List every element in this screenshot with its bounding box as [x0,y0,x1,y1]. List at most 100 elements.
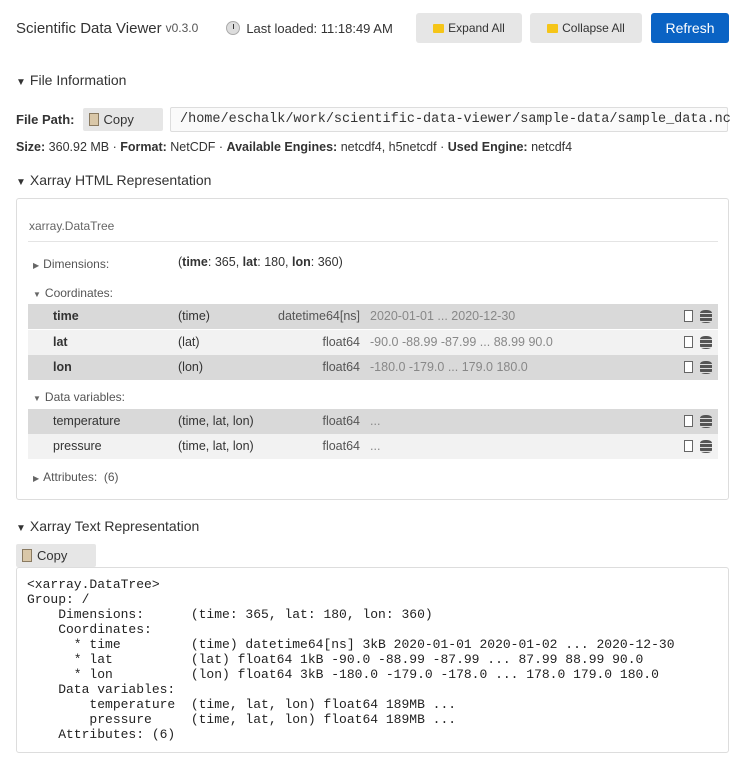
var-dtype: float64 [322,439,360,453]
dim-name: lat [242,255,258,269]
data-icon[interactable] [700,310,712,323]
last-loaded-text: Last loaded: 11:18:49 AM [246,20,393,36]
data-vars-label: Data variables: [44,390,125,404]
engines-value: netcdf4, h5netcdf [340,140,437,154]
caret-down-icon: ▼ [33,290,41,299]
dim-name: time [182,255,208,269]
copy-text-button[interactable]: Copy [16,544,96,567]
engines-label: Available Engines: [226,140,338,154]
data-vars-toggle[interactable]: ▼ Data variables: [33,390,125,404]
caret-down-icon: ▼ [16,77,26,88]
attributes-toggle[interactable]: ▶ Attributes: (6) [33,470,119,484]
dim-name: lon [292,255,311,269]
attributes-icon[interactable] [684,336,693,348]
var-dims: (lat) [178,335,200,349]
size-value: 360.92 MB [48,140,110,154]
attributes-icon[interactable] [684,415,693,427]
file-info-heading: File Information [29,72,127,88]
last-loaded: Last loaded: 11:18:49 AM [226,20,393,36]
folder-icon [547,23,559,33]
coordinates-toggle[interactable]: ▼ Coordinates: [33,286,113,300]
caret-down-icon: ▼ [33,394,41,403]
file-path-field[interactable]: /home/eschalk/work/scientific-data-viewe… [170,107,731,132]
collapse-all-button[interactable]: Collapse All [530,13,642,43]
clock-icon [226,21,241,35]
coordinates-label: Coordinates: [44,286,113,300]
data-icon[interactable] [700,361,712,374]
file-path-label: File Path: [16,112,75,127]
data-icon[interactable] [700,415,712,428]
text-rep-heading: Xarray Text Representation [29,518,200,534]
attributes-label: Attributes: [43,470,98,484]
var-name: temperature [53,414,121,428]
var-preview: ... [370,439,381,453]
dim-size: 360 [317,255,339,269]
var-preview: 2020-01-01 ... 2020-12-30 [370,309,516,323]
copy-path-button[interactable]: Copy [82,108,163,131]
caret-right-icon: ▶ [33,474,40,483]
expand-all-label: Expand All [448,21,505,35]
attributes-icon[interactable] [684,361,693,373]
var-dtype: float64 [322,414,360,428]
file-path-row: File Path: Copy [16,108,163,131]
var-name: lat [53,335,68,349]
html-rep-toggle[interactable]: ▼ Xarray HTML Representation [16,172,211,188]
format-value: NetCDF [170,140,216,154]
used-engine-label: Used Engine: [447,140,528,154]
header: Scientific Data Viewer v0.3.0 Last loade… [16,13,729,43]
attributes-icon[interactable] [684,310,693,322]
var-dtype: float64 [322,335,360,349]
app-version: v0.3.0 [165,21,199,35]
copy-label: Copy [103,112,134,127]
var-preview: -180.0 -179.0 ... 179.0 180.0 [370,360,528,374]
html-rep-panel: xarray.DataTree ▶ Dimensions: (time: 365,… [16,198,729,500]
dim-size: 365 [214,255,236,269]
expand-all-button[interactable]: Expand All [416,13,522,43]
folder-icon [433,23,445,33]
copy-label: Copy [37,548,68,563]
data-icon[interactable] [700,336,712,349]
var-name: time [53,309,79,323]
data-icon[interactable] [700,440,712,453]
text-representation: <xarray.DataTree> Group: / Dimensions: (… [27,577,675,742]
data-var-row[interactable]: temperature (time, lat, lon) float64... [28,409,718,434]
caret-down-icon: ▼ [16,177,26,188]
caret-down-icon: ▼ [16,523,26,534]
used-engine-value: netcdf4 [531,140,573,154]
var-dtype: float64 [322,360,360,374]
text-rep-toggle[interactable]: ▼ Xarray Text Representation [16,518,199,534]
var-name: pressure [53,439,102,453]
refresh-button[interactable]: Refresh [651,13,729,43]
coordinate-row[interactable]: lat (lat) float64 -90.0 -88.99 -87.99 ... 8… [28,330,718,355]
dimensions-toggle[interactable]: ▶ Dimensions: [33,257,109,271]
attributes-count: (6) [103,470,119,484]
dimensions-value: (time: 365, lat: 180, lon: 360) [178,255,343,269]
dimensions-label: Dimensions: [43,257,110,271]
coordinate-row[interactable]: lon (lon) float64 -180.0 -179.0 ... 179.0 1… [28,355,718,380]
var-dims: (lon) [178,360,204,374]
divider [28,241,718,242]
coordinate-row[interactable]: time (time) datetime64[ns] 2020-01-01 ... 2… [28,304,718,329]
var-dims: (time, lat, lon) [178,414,254,428]
app-title: Scientific Data Viewer [16,19,162,37]
clipboard-icon [22,549,32,562]
object-type: xarray.DataTree [29,219,115,233]
var-dims: (time, lat, lon) [178,439,254,453]
text-rep-panel: <xarray.DataTree> Group: / Dimensions: (… [16,567,729,753]
var-name: lon [53,360,72,374]
caret-right-icon: ▶ [33,261,40,270]
file-info-toggle[interactable]: ▼ File Information [16,72,126,88]
dim-size: 180 [264,255,286,269]
collapse-all-label: Collapse All [562,21,625,35]
file-metadata: Size: 360.92 MB · Format: NetCDF · Avail… [16,140,573,154]
var-preview: ... [370,414,381,428]
var-dims: (time) [178,309,210,323]
var-preview: -90.0 -88.99 -87.99 ... 88.99 90.0 [370,335,553,349]
html-rep-heading: Xarray HTML Representation [29,172,212,188]
var-dtype: datetime64[ns] [278,309,360,323]
clipboard-icon [88,113,99,126]
attributes-icon[interactable] [684,440,693,452]
format-label: Format: [120,140,167,154]
data-var-row[interactable]: pressure (time, lat, lon) float64... [28,434,718,459]
size-label: Size: [16,140,46,154]
